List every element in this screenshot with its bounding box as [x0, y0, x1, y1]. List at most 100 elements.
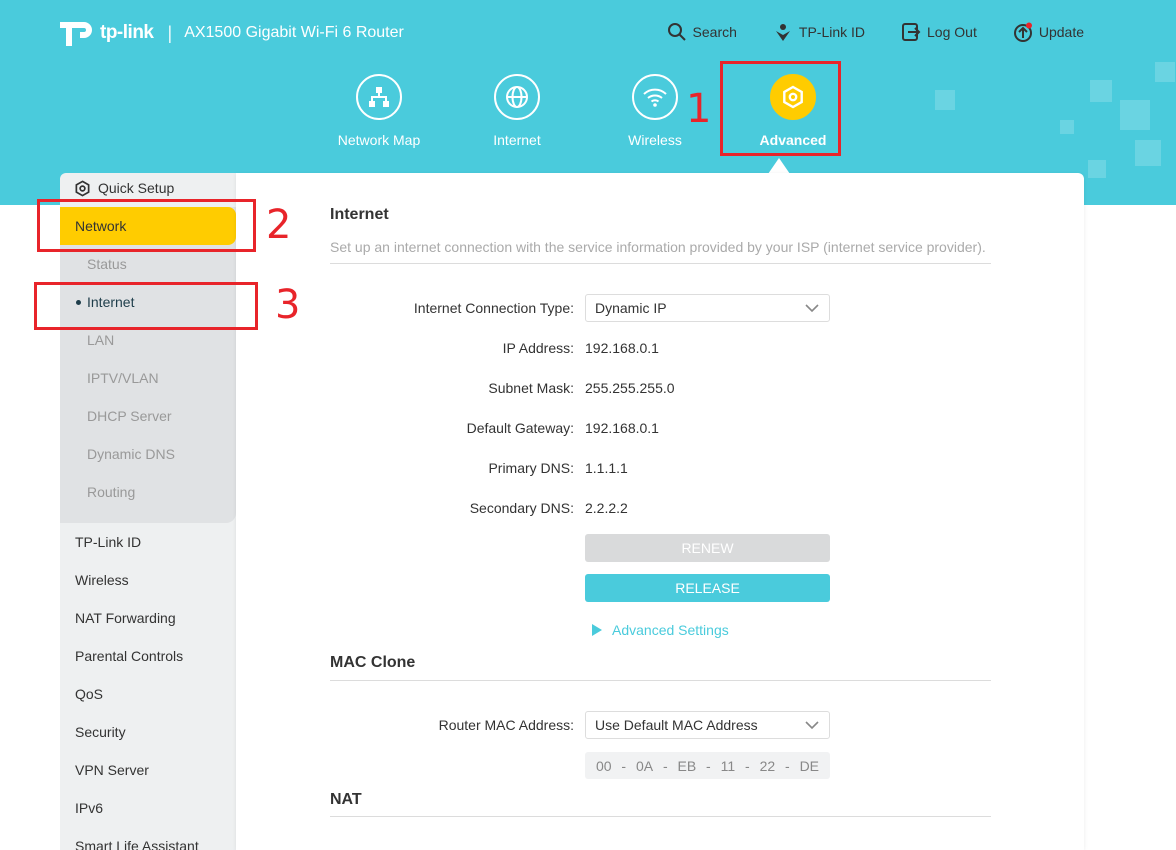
mac-separator: - [662, 757, 668, 774]
sidebar-item-label: DHCP Server [87, 408, 172, 424]
sidebar-sub-dhcp[interactable]: DHCP Server [60, 397, 236, 435]
sidebar: Quick Setup Network Status Internet LAN … [60, 173, 236, 850]
sidebar-item-parental[interactable]: Parental Controls [60, 637, 236, 675]
mac-octet: EB [677, 757, 697, 774]
sidebar-item-label: Dynamic DNS [87, 446, 175, 462]
network-group: Network Status Internet LAN IPTV/VLAN DH… [60, 207, 236, 523]
main-panel: Internet Set up an internet connection w… [236, 173, 1084, 850]
sidebar-item-tplink-id[interactable]: TP-Link ID [60, 523, 236, 561]
nat-section-title: NAT [330, 791, 362, 808]
subnet-mask-label: Subnet Mask: [488, 380, 574, 396]
update-label: Update [1038, 24, 1084, 40]
advanced-settings-label: Advanced Settings [612, 622, 729, 638]
renew-button[interactable]: RENEW [585, 534, 830, 562]
sidebar-item-label: Smart Life Assistant [75, 838, 199, 850]
connection-type-select[interactable]: Dynamic IP [585, 294, 830, 322]
router-mac-value: Use Default MAC Address [595, 717, 758, 733]
mac-octet: 11 [720, 757, 736, 774]
ip-address-label: IP Address: [502, 340, 574, 356]
router-model: AX1500 Gigabit Wi-Fi 6 Router [184, 24, 404, 41]
release-button[interactable]: RELEASE [585, 574, 830, 602]
mac-octet: DE [799, 757, 820, 774]
mac-octet: 00 [595, 757, 612, 774]
network-map-icon [356, 74, 402, 120]
header-decoration [1088, 160, 1106, 178]
annotation-number-3: 3 [275, 282, 301, 328]
sidebar-item-label: QoS [75, 686, 104, 702]
chevron-down-icon [805, 721, 819, 730]
tplink-logo-icon [60, 22, 92, 46]
logout-icon [902, 23, 921, 41]
advanced-settings-toggle[interactable]: Advanced Settings [592, 622, 729, 638]
subnet-mask-value: 255.255.255.0 [585, 380, 675, 396]
search-label: Search [692, 24, 737, 40]
header-decoration [1135, 140, 1161, 166]
connection-type-value: Dynamic IP [595, 300, 667, 316]
annotation-number-1: 1 [686, 86, 712, 132]
sidebar-sub-routing[interactable]: Routing [60, 473, 236, 511]
annotation-number-2: 2 [266, 202, 292, 248]
sidebar-sub-iptv[interactable]: IPTV/VLAN [60, 359, 236, 397]
divider [330, 263, 991, 264]
sidebar-item-qos[interactable]: QoS [60, 675, 236, 713]
mac-clone-section-title: MAC Clone [330, 654, 416, 671]
header-decoration [1155, 62, 1175, 82]
nav-network-map[interactable]: Network Map [310, 74, 448, 148]
sidebar-item-label: LAN [87, 332, 115, 348]
nav-wireless-label: Wireless [628, 132, 682, 148]
default-gateway-value: 192.168.0.1 [585, 420, 659, 436]
ip-address-value: 192.168.0.1 [585, 340, 659, 356]
internet-description: Set up an internet connection with the s… [330, 239, 986, 255]
divider [330, 680, 991, 681]
nav-network-map-label: Network Map [337, 132, 421, 148]
sidebar-item-label: Status [87, 256, 127, 272]
quick-setup-label: Quick Setup [98, 180, 175, 196]
sidebar-item-wireless[interactable]: Wireless [60, 561, 236, 599]
sidebar-item-ipv6[interactable]: IPv6 [60, 789, 236, 827]
tplink-id-label: TP-Link ID [798, 24, 866, 40]
header-decoration [1060, 120, 1074, 134]
router-mac-label: Router MAC Address: [438, 717, 574, 733]
triangle-right-icon [592, 624, 602, 636]
top-links: Search TP-Link ID Log Out Update [667, 22, 1084, 42]
sidebar-item-smart-life[interactable]: Smart Life Assistant [60, 827, 236, 850]
annotation-box-advanced [720, 61, 841, 156]
mac-octet: 22 [759, 757, 776, 774]
sidebar-item-label: VPN Server [75, 762, 149, 778]
primary-dns-value: 1.1.1.1 [585, 460, 628, 476]
search-icon [667, 23, 686, 41]
sidebar-item-label: Security [75, 724, 126, 740]
tplink-id-link[interactable]: TP-Link ID [773, 22, 865, 42]
nav-internet[interactable]: Internet [448, 74, 586, 148]
logout-link[interactable]: Log Out [901, 22, 977, 42]
internet-section-title: Internet [330, 206, 389, 223]
secondary-dns-label: Secondary DNS: [469, 500, 574, 516]
quick-setup-gear-icon [75, 179, 90, 197]
sidebar-item-security[interactable]: Security [60, 713, 236, 751]
mac-separator: - [745, 757, 750, 774]
divider [330, 816, 991, 817]
router-mac-select[interactable]: Use Default MAC Address [585, 711, 830, 739]
nav-active-pointer [768, 158, 790, 174]
header-decoration [935, 90, 955, 110]
wifi-icon [632, 74, 678, 120]
sidebar-sub-ddns[interactable]: Dynamic DNS [60, 435, 236, 473]
default-gateway-label: Default Gateway: [466, 420, 574, 436]
mac-separator: - [621, 757, 627, 774]
sidebar-item-label: IPv6 [75, 800, 104, 816]
search-link[interactable]: Search [667, 22, 737, 42]
update-link[interactable]: Update [1013, 22, 1084, 42]
nav-internet-label: Internet [493, 132, 541, 148]
sidebar-item-label: Wireless [75, 572, 129, 588]
update-icon [1013, 22, 1032, 42]
mac-separator: - [706, 757, 711, 774]
sidebar-item-label: Routing [87, 484, 136, 500]
sidebar-item-vpn[interactable]: VPN Server [60, 751, 236, 789]
brand: tp-link | AX1500 Gigabit Wi-Fi 6 Router [58, 16, 404, 50]
sidebar-item-label: IPTV/VLAN [87, 370, 159, 386]
header-decoration [1120, 100, 1150, 130]
logout-label: Log Out [927, 24, 977, 40]
annotation-box-internet [34, 282, 258, 330]
sidebar-item-nat[interactable]: NAT Forwarding [60, 599, 236, 637]
primary-dns-label: Primary DNS: [488, 460, 574, 476]
